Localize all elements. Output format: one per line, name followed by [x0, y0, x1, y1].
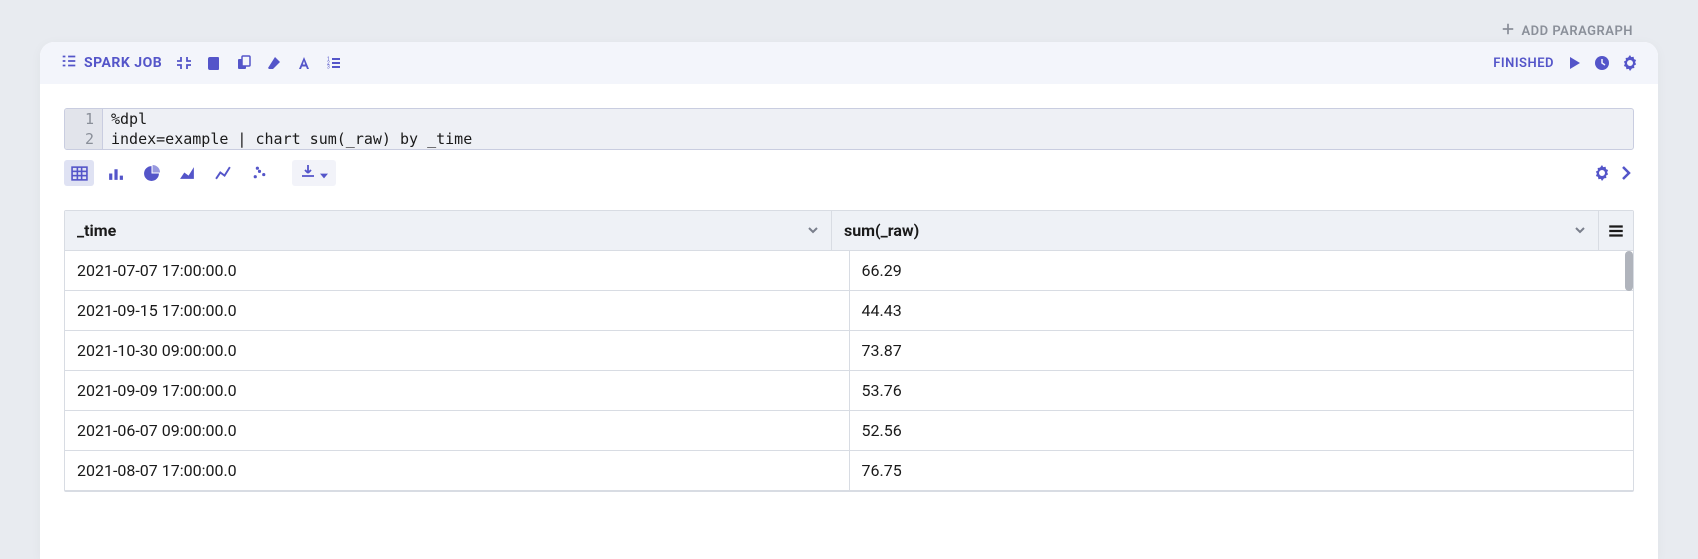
cell-time: 2021-07-07 17:00:00.0: [65, 251, 850, 290]
cell-header-left: SPARK JOB 123: [60, 52, 342, 74]
viz-settings-icon[interactable]: [1594, 165, 1610, 181]
table-row: 2021-09-15 17:00:00.0 44.43: [65, 291, 1633, 331]
cell-sum: 53.76: [850, 371, 1634, 410]
cell-sum: 76.75: [850, 451, 1634, 490]
chevron-right-icon[interactable]: [1618, 165, 1634, 181]
code-editor[interactable]: 1 %dpl 2 index=example | chart sum(_raw)…: [64, 108, 1634, 150]
chevron-down-icon[interactable]: [1574, 221, 1586, 240]
table-view-button[interactable]: [64, 160, 94, 186]
table-body: 2021-07-07 17:00:00.0 66.29 2021-09-15 1…: [65, 251, 1633, 491]
copy-icon[interactable]: [236, 55, 252, 71]
table-row: 2021-08-07 17:00:00.0 76.75: [65, 451, 1633, 491]
cell-sum: 44.43: [850, 291, 1634, 330]
scatter-chart-button[interactable]: [244, 160, 274, 186]
plus-icon: [1501, 22, 1515, 40]
download-icon: [300, 163, 316, 183]
column-header-label: sum(_raw): [844, 221, 919, 240]
cell-time: 2021-09-15 17:00:00.0: [65, 291, 850, 330]
area-chart-button[interactable]: [172, 160, 202, 186]
clock-icon[interactable]: [1594, 55, 1610, 71]
collapse-icon[interactable]: [176, 55, 192, 71]
table-row: 2021-10-30 09:00:00.0 73.87: [65, 331, 1633, 371]
cell-status: FINISHED: [1493, 56, 1554, 71]
cell-sum: 73.87: [850, 331, 1634, 370]
svg-text:3: 3: [327, 65, 330, 71]
numbered-list-icon[interactable]: 123: [326, 55, 342, 71]
line-number: 2: [65, 129, 103, 149]
cell-time: 2021-09-09 17:00:00.0: [65, 371, 850, 410]
table-row: 2021-09-09 17:00:00.0 53.76: [65, 371, 1633, 411]
cell-sum: 66.29: [850, 251, 1634, 290]
notebook-cell: SPARK JOB 123 FINISHED: [40, 42, 1658, 559]
chevron-down-icon[interactable]: [807, 221, 819, 240]
column-header-label: _time: [77, 221, 116, 240]
visualization-toolbar: [40, 160, 1658, 196]
add-paragraph-label: ADD PARAGRAPH: [1521, 24, 1633, 39]
table-head: _time sum(_raw): [65, 211, 1633, 251]
table-row: 2021-07-07 17:00:00.0 66.29: [65, 251, 1633, 291]
font-icon[interactable]: [296, 55, 312, 71]
spark-job-icon: [60, 52, 78, 74]
cell-sum: 52.56: [850, 411, 1634, 450]
cell-time: 2021-06-07 09:00:00.0: [65, 411, 850, 450]
column-header-sum[interactable]: sum(_raw): [832, 211, 1599, 250]
cell-time: 2021-08-07 17:00:00.0: [65, 451, 850, 490]
spark-job-button[interactable]: SPARK JOB: [60, 52, 162, 74]
download-button[interactable]: [292, 160, 336, 186]
table-row: 2021-06-07 09:00:00.0 52.56: [65, 411, 1633, 451]
pie-chart-button[interactable]: [136, 160, 166, 186]
cell-header: SPARK JOB 123 FINISHED: [40, 42, 1658, 84]
bar-chart-button[interactable]: [100, 160, 130, 186]
column-header-time[interactable]: _time: [65, 211, 832, 250]
line-chart-button[interactable]: [208, 160, 238, 186]
cell-header-right: FINISHED: [1493, 55, 1638, 71]
book-icon[interactable]: [206, 55, 222, 71]
cell-time: 2021-10-30 09:00:00.0: [65, 331, 850, 370]
caret-down-icon: [320, 164, 328, 183]
gear-icon[interactable]: [1622, 55, 1638, 71]
code-line: %dpl: [103, 109, 147, 129]
play-icon[interactable]: [1566, 55, 1582, 71]
table-menu-button[interactable]: [1599, 211, 1633, 250]
line-number: 1: [65, 109, 103, 129]
results-table: _time sum(_raw) 2021-07-07 17:00:00.0 66…: [64, 210, 1634, 492]
scrollbar-thumb[interactable]: [1625, 251, 1633, 291]
code-line: index=example | chart sum(_raw) by _time: [103, 129, 472, 149]
eraser-icon[interactable]: [266, 55, 282, 71]
add-paragraph-button[interactable]: ADD PARAGRAPH: [1501, 22, 1633, 40]
spark-job-label: SPARK JOB: [84, 55, 162, 71]
